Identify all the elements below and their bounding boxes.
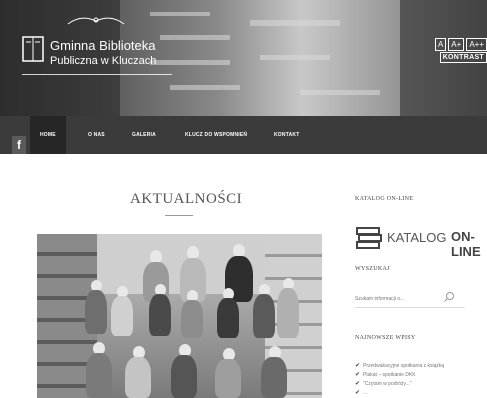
list-item[interactable]: ✔... xyxy=(355,389,485,398)
facebook-icon[interactable]: f xyxy=(12,136,26,154)
logo-line-1: Gminna Biblioteka xyxy=(50,38,156,53)
recent-posts-list: ✔ Przedwakacyjne spotkania z książką ✔ Pla… xyxy=(355,362,485,398)
main-navigation: f HOME O NAS GALERIA KLUCZ DO WSPOMNIEŃ … xyxy=(0,116,487,154)
nav-item-galeria[interactable]: GALERIA xyxy=(132,116,156,154)
nav-item-o-nas[interactable]: O NAS xyxy=(88,116,105,154)
check-icon: ✔ xyxy=(355,363,361,369)
news-photo[interactable] xyxy=(37,234,322,398)
logo-rule xyxy=(22,74,172,75)
logo-line-2: Publiczna w Kluczach xyxy=(50,55,157,67)
contrast-button[interactable]: KONTRAST xyxy=(439,52,487,63)
nav-item-home[interactable]: HOME xyxy=(30,116,66,154)
catalog-text-2: ON-LINE xyxy=(451,229,481,259)
check-icon: ✔ xyxy=(355,390,361,396)
nav-item-kontakt[interactable]: KONTAKT xyxy=(274,116,299,154)
check-icon: ✔ xyxy=(355,372,361,378)
ornament-icon xyxy=(67,17,125,25)
list-item[interactable]: ✔ Przedwakacyjne spotkania z książką xyxy=(355,362,485,371)
search-heading: WYSZUKAJ xyxy=(355,266,390,272)
check-icon: ✔ xyxy=(355,381,361,387)
font-size-controls: A A+ A++ xyxy=(434,38,487,51)
catalog-text-1: KATALOG xyxy=(387,230,447,245)
book-icon xyxy=(22,36,44,62)
font-size-large-button[interactable]: A+ xyxy=(448,38,465,51)
page-title: AKTUALNOŚCI xyxy=(130,191,243,207)
site-logo[interactable]: Gminna Biblioteka Publiczna w Kluczach xyxy=(22,14,172,80)
recent-posts-heading: NAJNOWSZE WPISY xyxy=(355,335,416,341)
list-item[interactable]: ✔ Plakat – spotkanie DKK xyxy=(355,371,485,380)
catalog-heading: KATALOG ON-LINE xyxy=(355,196,414,202)
font-size-xlarge-button[interactable]: A++ xyxy=(466,38,487,51)
books-icon xyxy=(356,227,382,249)
font-size-normal-button[interactable]: A xyxy=(434,38,447,51)
header-banner: Gminna Biblioteka Publiczna w Kluczach A… xyxy=(0,0,487,116)
list-item[interactable]: ✔ "Czytam w podróży..." xyxy=(355,380,485,389)
catalog-online-banner[interactable]: KATALOG ON-LINE xyxy=(355,222,485,259)
title-divider xyxy=(165,215,193,216)
search-icon[interactable] xyxy=(443,291,455,303)
search-input[interactable] xyxy=(355,289,435,309)
search-box xyxy=(355,287,465,309)
nav-item-klucz-do-wspomnien[interactable]: KLUCZ DO WSPOMNIEŃ xyxy=(185,116,247,154)
